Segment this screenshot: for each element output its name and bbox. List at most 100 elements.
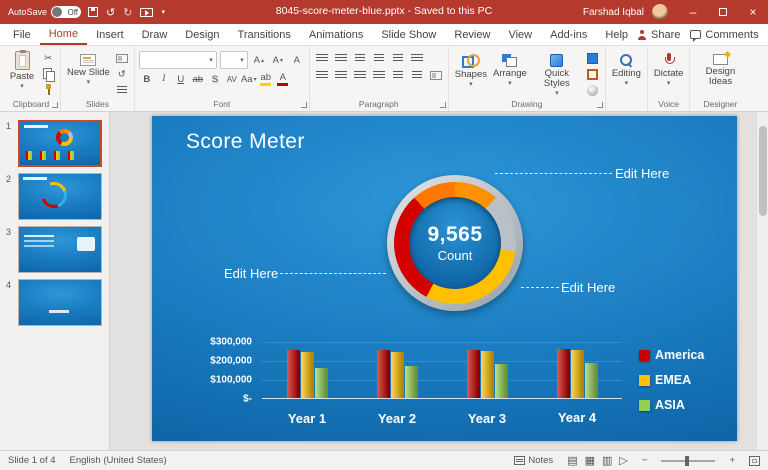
autosave-toggle[interactable]: Off: [51, 6, 81, 18]
bar-group[interactable]: Year 2: [377, 350, 418, 398]
share-button[interactable]: Share: [637, 29, 680, 41]
dialog-launcher-icon[interactable]: [597, 102, 603, 108]
bar-group[interactable]: Year 4: [557, 349, 598, 398]
slide-editor[interactable]: Score Meter 9,565 Count Edit Here Edit H…: [152, 116, 737, 441]
slide-thumbnail-1[interactable]: 1: [0, 117, 109, 170]
text-direction-button[interactable]: [390, 51, 406, 65]
callout-right[interactable]: Edit Here: [561, 280, 615, 295]
redo-icon[interactable]: ↻: [123, 6, 132, 19]
slide-title-textbox[interactable]: Score Meter: [186, 130, 305, 154]
minimize-button[interactable]: –: [678, 0, 708, 24]
autosave-control[interactable]: AutoSave Off: [8, 6, 81, 18]
slide-thumbnail-3[interactable]: 3: [0, 223, 109, 276]
notes-button[interactable]: Notes: [514, 455, 553, 466]
text-shadow-button[interactable]: S: [207, 72, 223, 86]
bold-button[interactable]: B: [139, 72, 155, 86]
slide-layout-button[interactable]: [114, 51, 130, 65]
undo-icon[interactable]: ↺: [106, 6, 115, 19]
zoom-slider[interactable]: [661, 460, 715, 462]
zoom-in-button[interactable]: +: [729, 455, 735, 466]
vertical-scrollbar[interactable]: [756, 112, 768, 450]
start-presentation-icon[interactable]: [140, 8, 153, 17]
font-name-combobox[interactable]: ▾: [139, 51, 217, 69]
close-button[interactable]: ×: [738, 0, 768, 24]
editing-button[interactable]: Editing ▾: [610, 49, 643, 87]
callout-left[interactable]: Edit Here: [224, 266, 278, 281]
section-button[interactable]: [114, 83, 130, 97]
reset-slide-button[interactable]: ↺: [114, 67, 130, 81]
user-name[interactable]: Farshad Iqbal: [583, 7, 644, 18]
zoom-slider-thumb[interactable]: [685, 456, 689, 466]
decrease-indent-button[interactable]: [352, 51, 368, 65]
increase-indent-button[interactable]: [371, 51, 387, 65]
shape-effects-button[interactable]: [585, 83, 601, 97]
cut-button[interactable]: ✂: [40, 51, 56, 65]
fit-to-window-button[interactable]: [749, 456, 760, 466]
character-spacing-button[interactable]: AV: [224, 72, 240, 86]
bar-groups[interactable]: Year 1 Year 2 Year 3 Year 4: [262, 342, 622, 399]
align-text-button[interactable]: [409, 68, 425, 82]
slideshow-view-button[interactable]: ▷: [619, 454, 627, 467]
language-status[interactable]: English (United States): [70, 455, 167, 466]
arrange-button[interactable]: Arrange ▾: [491, 49, 529, 87]
scrollbar-thumb[interactable]: [759, 126, 767, 216]
line-spacing-button[interactable]: [409, 51, 425, 65]
normal-view-button[interactable]: ▤: [567, 454, 577, 467]
align-right-button[interactable]: [352, 68, 368, 82]
reading-view-button[interactable]: ▥: [602, 454, 612, 467]
slide-thumbnail-2[interactable]: 2: [0, 170, 109, 223]
tab-review[interactable]: Review: [445, 24, 499, 45]
shrink-font-button[interactable]: A▾: [270, 53, 286, 67]
bullets-button[interactable]: [314, 51, 330, 65]
legend-item[interactable]: EMEA: [639, 373, 704, 387]
tab-design[interactable]: Design: [176, 24, 228, 45]
slide-3-preview[interactable]: [18, 226, 102, 273]
tab-view[interactable]: View: [499, 24, 541, 45]
slide-2-preview[interactable]: [18, 173, 102, 220]
slide-indicator[interactable]: Slide 1 of 4: [8, 455, 56, 466]
align-left-button[interactable]: [314, 68, 330, 82]
customize-qat-icon[interactable]: ▾: [161, 8, 165, 16]
dialog-launcher-icon[interactable]: [301, 102, 307, 108]
comments-button[interactable]: Comments: [690, 29, 758, 41]
slide-4-preview[interactable]: [18, 279, 102, 326]
callout-top-right[interactable]: Edit Here: [615, 166, 669, 181]
dialog-launcher-icon[interactable]: [52, 102, 58, 108]
design-ideas-button[interactable]: Design Ideas: [694, 49, 746, 87]
strikethrough-button[interactable]: ab: [190, 72, 206, 86]
grow-font-button[interactable]: A▴: [251, 53, 267, 67]
clear-formatting-button[interactable]: A: [289, 53, 305, 67]
dialog-launcher-icon[interactable]: [440, 102, 446, 108]
shape-outline-button[interactable]: [585, 67, 601, 81]
copy-button[interactable]: [40, 67, 56, 81]
slide-thumbnail-4[interactable]: 4: [0, 276, 109, 329]
tab-home[interactable]: Home: [40, 24, 87, 45]
tab-insert[interactable]: Insert: [87, 24, 133, 45]
bar-group[interactable]: Year 3: [467, 350, 508, 398]
smartart-button[interactable]: [428, 68, 444, 82]
paste-button[interactable]: Paste ▾: [6, 49, 38, 90]
text-highlight-button[interactable]: ab: [258, 72, 274, 86]
quick-styles-button[interactable]: Quick Styles ▾: [531, 49, 583, 97]
slide-sorter-view-button[interactable]: ▦: [585, 454, 595, 467]
change-case-button[interactable]: Aa▾: [241, 72, 257, 86]
shape-fill-button[interactable]: [585, 51, 601, 65]
underline-button[interactable]: U: [173, 72, 189, 86]
tab-animations[interactable]: Animations: [300, 24, 372, 45]
legend-item[interactable]: ASIA: [639, 398, 704, 412]
legend-item[interactable]: America: [639, 348, 704, 362]
font-color-button[interactable]: A: [275, 72, 291, 86]
bar-group[interactable]: Year 1: [287, 350, 328, 398]
font-size-combobox[interactable]: ▾: [220, 51, 248, 69]
format-painter-button[interactable]: [40, 83, 56, 97]
shapes-button[interactable]: Shapes ▾: [453, 49, 489, 88]
numbering-button[interactable]: [333, 51, 349, 65]
tab-transitions[interactable]: Transitions: [229, 24, 300, 45]
italic-button[interactable]: I: [156, 72, 172, 86]
tab-draw[interactable]: Draw: [133, 24, 177, 45]
tab-slide-show[interactable]: Slide Show: [372, 24, 445, 45]
tab-help[interactable]: Help: [596, 24, 637, 45]
zoom-out-button[interactable]: −: [642, 455, 648, 466]
justify-button[interactable]: [371, 68, 387, 82]
columns-button[interactable]: [390, 68, 406, 82]
